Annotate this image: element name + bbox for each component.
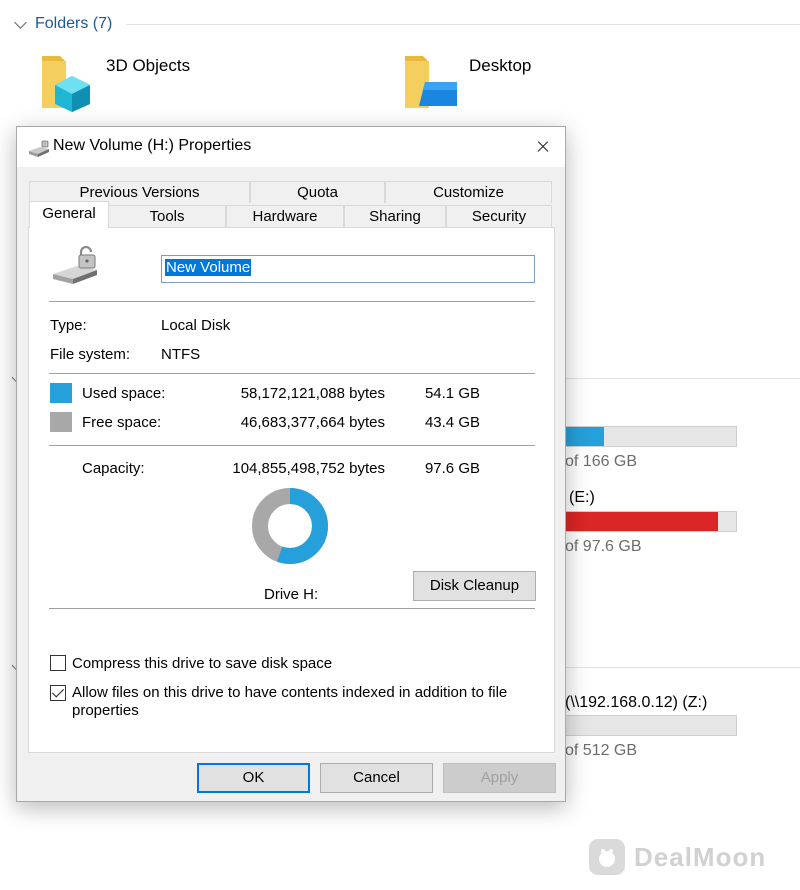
close-icon[interactable]: [519, 127, 565, 167]
watermark: DealMoon: [588, 838, 766, 876]
section-divider: [560, 378, 800, 379]
free-space-label: Free space:: [82, 414, 162, 431]
drive-icon: [29, 140, 49, 157]
divider: [49, 445, 535, 446]
ok-button[interactable]: OK: [197, 763, 310, 793]
drive-label: Drive H:: [264, 586, 319, 603]
drive-usage-bar: [556, 426, 737, 447]
tab-general[interactable]: General: [29, 201, 109, 228]
volume-name-input[interactable]: New Volume: [161, 255, 535, 283]
apply-button[interactable]: Apply: [443, 763, 556, 793]
disk-usage-donut: [252, 488, 328, 564]
chevron-down-icon: [14, 15, 27, 29]
drive-usage-bar: [556, 511, 737, 532]
type-value: Local Disk: [161, 317, 231, 334]
tab-security[interactable]: Security: [446, 205, 552, 227]
index-label: Allow files on this drive to have conten…: [72, 684, 508, 719]
folder-3d-objects[interactable]: 3D Objects: [40, 52, 190, 112]
used-space-gb: 54.1 GB: [424, 385, 480, 402]
folders-header-divider: [126, 24, 800, 25]
type-label: Type:: [50, 317, 87, 334]
volume-name-selected-text: New Volume: [165, 259, 252, 276]
folder-label: 3D Objects: [106, 56, 191, 75]
disk-cleanup-button[interactable]: Disk Cleanup: [413, 571, 536, 601]
3d-objects-folder-icon: [42, 56, 90, 112]
folders-section-header[interactable]: Folders (7): [14, 12, 800, 36]
folder-label: Desktop: [469, 56, 532, 75]
section-divider: [560, 667, 800, 668]
watermark-text: DealMoon: [634, 841, 767, 872]
divider: [49, 373, 535, 374]
divider: [49, 608, 535, 609]
divider: [49, 301, 535, 302]
capacity-label: Capacity:: [82, 460, 145, 477]
tab-sharing[interactable]: Sharing: [344, 205, 446, 227]
cancel-button[interactable]: Cancel: [320, 763, 433, 793]
capacity-bytes: 104,855,498,752 bytes: [232, 460, 385, 477]
tab-hardware[interactable]: Hardware: [226, 205, 344, 227]
desktop-folder-icon: [405, 56, 457, 108]
free-space-gb: 43.4 GB: [424, 414, 480, 431]
properties-dialog: New Volume (H:) Properties Previous Vers…: [16, 126, 566, 802]
folder-desktop[interactable]: Desktop: [403, 52, 531, 112]
drive-usage-bar: [556, 715, 737, 736]
tab-tools[interactable]: Tools: [108, 205, 226, 227]
drive-free-text: of 166 GB: [565, 453, 638, 470]
drive-free-text: of 512 GB: [565, 742, 638, 759]
drive-name[interactable]: (E:): [569, 489, 595, 507]
used-space-swatch: [50, 383, 72, 403]
drive-usage-fill: [557, 512, 719, 531]
drive-free-text: of 97.6 GB: [565, 538, 642, 555]
tab-customize[interactable]: Customize: [385, 181, 552, 203]
compress-label: Compress this drive to save disk space: [72, 655, 333, 672]
dialog-titlebar[interactable]: New Volume (H:) Properties: [17, 127, 565, 167]
file-system-value: NTFS: [161, 346, 201, 363]
drive-lock-icon: [53, 246, 97, 284]
drive-name[interactable]: (\\192.168.0.12) (Z:): [565, 694, 707, 712]
file-system-label: File system:: [50, 346, 131, 363]
used-space-label: Used space:: [82, 385, 166, 402]
free-space-swatch: [50, 412, 72, 432]
index-checkbox[interactable]: [50, 685, 66, 701]
capacity-gb: 97.6 GB: [424, 460, 480, 477]
tab-previous-versions[interactable]: Previous Versions: [29, 181, 250, 203]
dealmoon-logo-icon: [589, 839, 625, 875]
compress-checkbox[interactable]: [50, 655, 66, 671]
general-tab-panel: New Volume Type: Local Disk File system:…: [28, 227, 555, 753]
tab-quota[interactable]: Quota: [250, 181, 385, 203]
dialog-title: New Volume (H:) Properties: [53, 137, 252, 154]
used-space-bytes: 58,172,121,088 bytes: [240, 385, 385, 402]
free-space-bytes: 46,683,377,664 bytes: [240, 414, 385, 431]
folders-header-label: Folders (7): [35, 15, 113, 32]
